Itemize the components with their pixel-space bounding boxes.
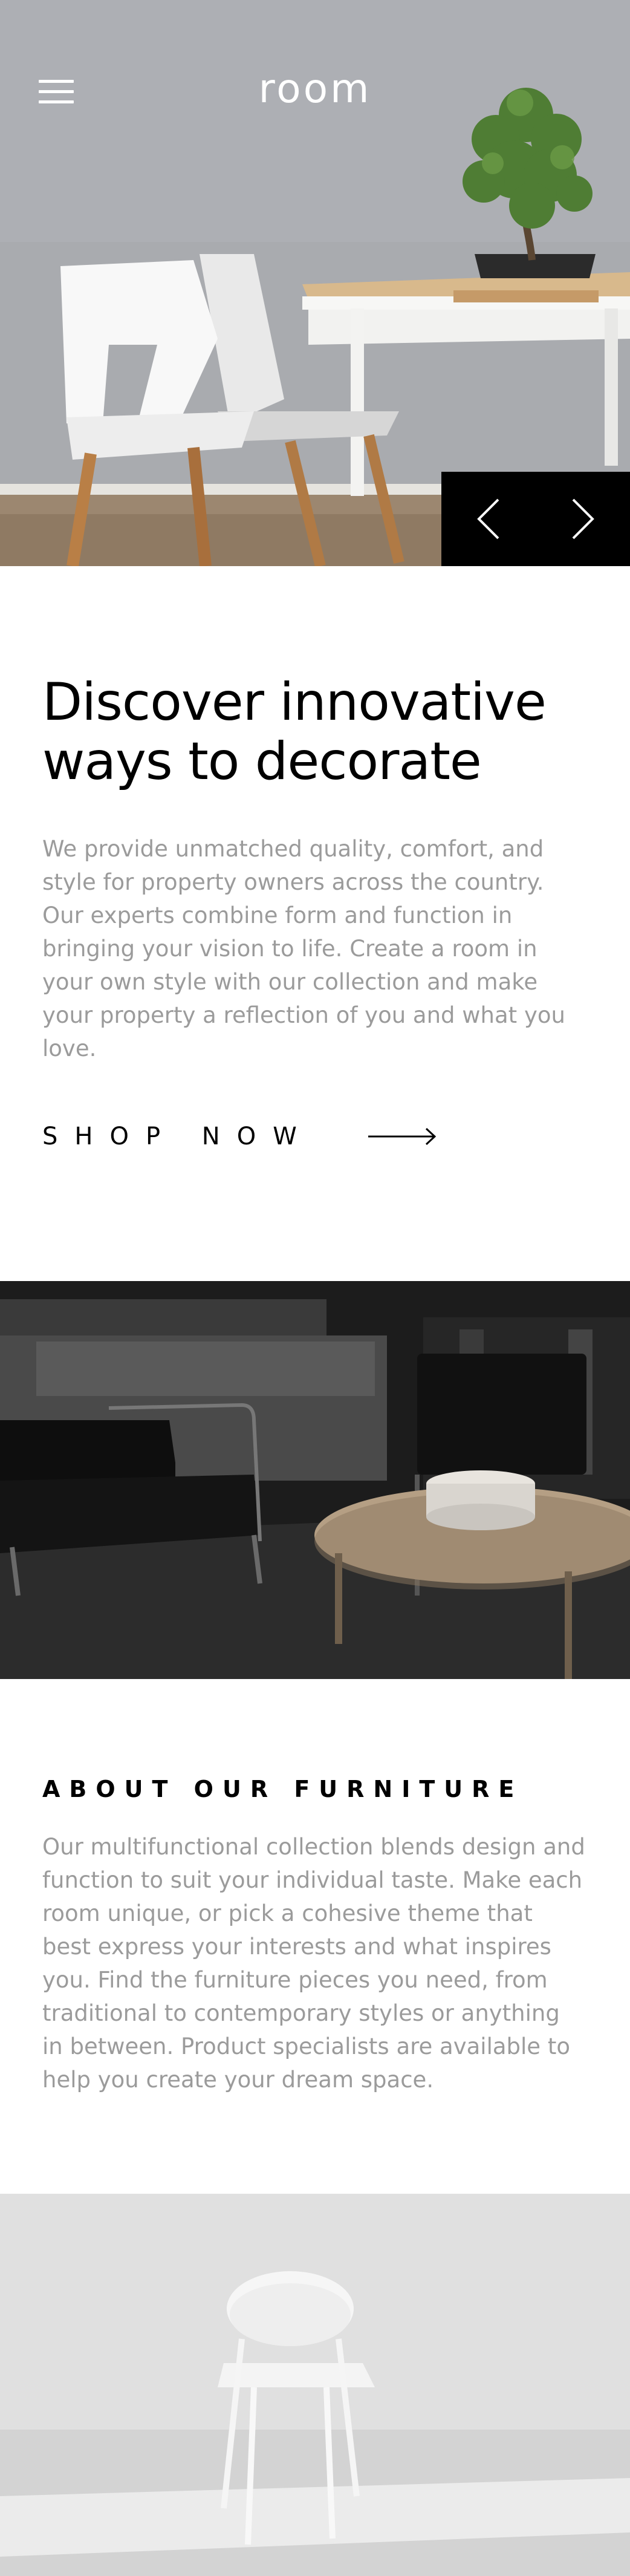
dark-room-photo — [0, 1281, 630, 1679]
about-section: ABOUT OUR FURNITURE Our multifunctional … — [0, 1679, 630, 2194]
about-body: Our multifunctional collection blends de… — [42, 1834, 585, 2093]
site-logo[interactable]: room — [0, 65, 630, 112]
slider-prev-button[interactable] — [441, 472, 536, 566]
white-chair-photo — [0, 2194, 630, 2576]
intro-section: Discover innovative ways to decorate We … — [0, 566, 630, 1281]
dark-furniture-image — [0, 1281, 630, 1679]
shop-now-label: SHOP NOW — [42, 1123, 314, 1150]
intro-headline: Discover innovative ways to decorate — [42, 672, 547, 792]
chevron-left-icon — [477, 498, 499, 540]
intro-body: We provide unmatched quality, comfort, a… — [42, 836, 565, 1061]
about-title: ABOUT OUR FURNITURE — [42, 1776, 524, 1802]
shop-now-link[interactable]: SHOP NOW — [42, 1123, 437, 1150]
slider-next-button[interactable] — [536, 472, 630, 566]
slider-nav — [441, 472, 630, 566]
light-furniture-image — [0, 2194, 630, 2576]
arrow-right-icon — [368, 1127, 436, 1146]
hero-section: room — [0, 0, 630, 566]
chevron-right-icon — [572, 498, 594, 540]
